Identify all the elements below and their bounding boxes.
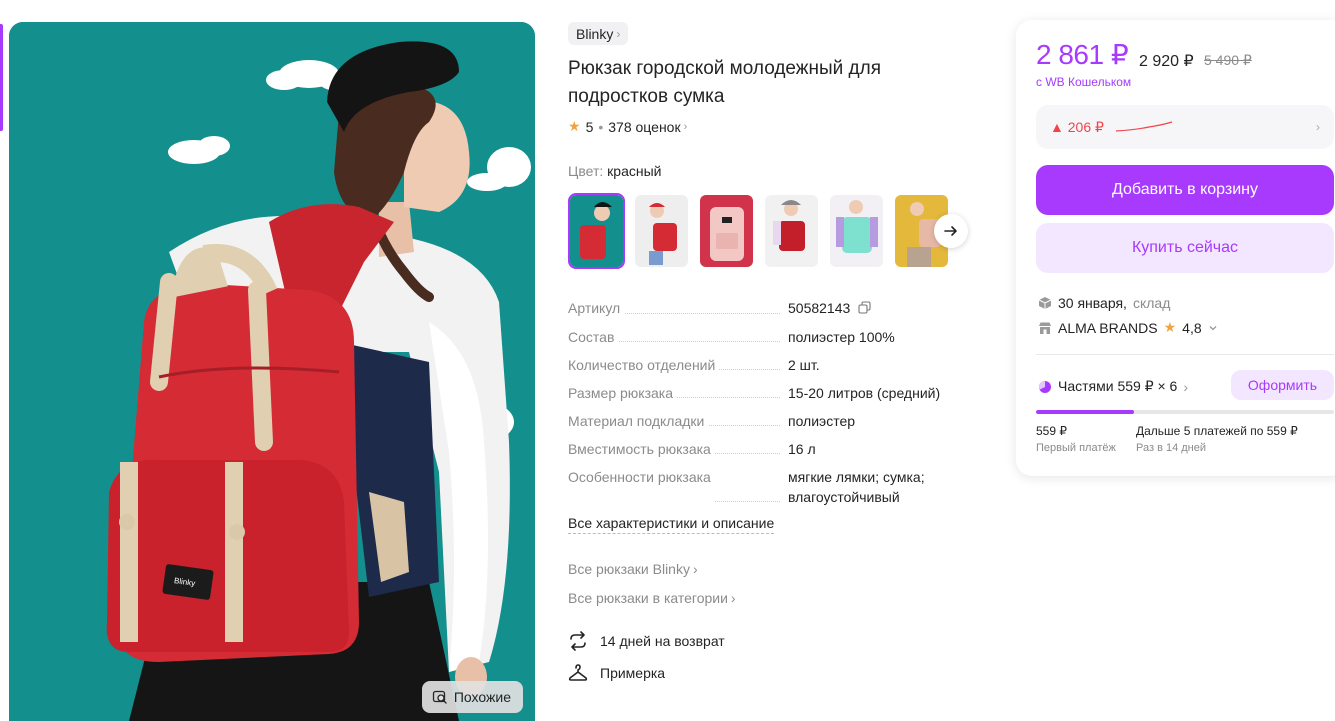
color-swatch-red-cap[interactable] (633, 193, 690, 269)
return-label: 14 дней на возврат (600, 633, 725, 649)
spec-key: Количество отделений (568, 355, 720, 376)
color-label-key: Цвет: (568, 163, 604, 179)
spec-value: 2 шт. (788, 357, 820, 374)
swatches-next-button[interactable] (934, 214, 968, 248)
seller-rating: 4,8 (1182, 319, 1202, 336)
next-payments-amount: Дальше 5 платежей по 559 ₽ (1136, 424, 1298, 438)
hanger-icon (568, 664, 588, 681)
product-main-photo[interactable]: Blinky Похожие (9, 22, 535, 721)
divider (1036, 354, 1334, 355)
reviews-link[interactable]: 378 оценок › (608, 119, 687, 135)
spec-key: Размер рюкзака (568, 383, 677, 404)
price-history-button[interactable]: ▲ 206 ₽ › (1036, 105, 1334, 149)
return-arrows-icon (570, 631, 586, 651)
seller-name: ALMA BRANDS (1058, 319, 1158, 336)
brand-name: Blinky (576, 25, 614, 42)
spec-row-features: Особенности рюкзака мягкие лямки; сумка;… (568, 467, 968, 508)
copy-icon[interactable] (858, 299, 871, 319)
rating-value: 5 (585, 118, 594, 135)
first-payment-label: Первый платёж (1036, 442, 1116, 454)
color-swatch-pink[interactable] (698, 193, 755, 269)
seller-link[interactable]: ALMA BRANDS ★ 4,8 (1038, 319, 1218, 336)
pie-chart-icon (1039, 380, 1051, 393)
spec-key: Особенности рюкзака (568, 467, 715, 508)
store-icon (1039, 322, 1051, 334)
spec-key: Вместимость рюкзака (568, 439, 715, 460)
old-price: 5 490 ₽ (1204, 52, 1252, 68)
delivery-date: 30 января, (1058, 295, 1127, 311)
next-payments-label: Раз в 14 дней (1136, 442, 1207, 454)
delivery-info: 30 января, склад (1038, 295, 1170, 311)
chevron-right-icon: › (692, 561, 698, 577)
spec-row-capacity: Вместимость рюкзака 16 л (568, 439, 968, 460)
all-category-label: Все рюкзаки в категории (568, 590, 728, 606)
spec-key: Состав (568, 327, 619, 348)
buy-now-button[interactable]: Купить сейчас (1036, 223, 1334, 273)
spec-value: полиэстер 100% (788, 329, 895, 346)
spec-row-composition: Состав полиэстер 100% (568, 327, 968, 348)
price-trend-icon (1115, 121, 1173, 132)
star-icon: ★ (568, 118, 581, 134)
similar-button[interactable]: Похожие (421, 681, 523, 713)
spec-row-article: Артикул 50582143 (568, 298, 968, 320)
price-change-value: ▲ 206 ₽ (1050, 118, 1104, 135)
installment-progress-fill (1036, 410, 1135, 414)
product-photo-illustration: Blinky (9, 22, 535, 721)
box-icon (1038, 297, 1052, 309)
spec-row-compartments: Количество отделений 2 шт. (568, 355, 968, 376)
color-swatch-burgundy[interactable] (763, 193, 820, 269)
similar-label: Похожие (453, 689, 511, 705)
chevron-right-icon: › (616, 26, 621, 41)
delivery-source: склад (1132, 295, 1171, 311)
wallet-note[interactable]: с WB Кошельком (1036, 75, 1131, 89)
all-category-link[interactable]: Все рюкзаки в категории › (568, 590, 736, 606)
add-to-cart-button[interactable]: Добавить в корзину (1036, 165, 1334, 215)
color-swatches (568, 193, 950, 269)
all-brand-label: Все рюкзаки Blinky (568, 561, 690, 577)
chevron-right-icon: › (730, 590, 736, 606)
chevron-right-icon: › (1316, 120, 1320, 134)
thumbnail-active-indicator (0, 24, 3, 131)
chevron-right-icon: › (683, 120, 688, 133)
buy-card: 2 861 ₽ 2 920 ₽ 5 490 ₽ с WB Кошельком ▲… (1016, 20, 1335, 476)
all-specs-link[interactable]: Все характеристики и описание (568, 515, 775, 534)
spec-value: 50582143 (788, 300, 851, 316)
search-similar-icon (432, 690, 447, 704)
spec-row-size: Размер рюкзака 15-20 литров (средний) (568, 383, 968, 404)
return-feature: 14 дней на возврат (568, 631, 725, 651)
all-brand-link[interactable]: Все рюкзаки Blinky › (568, 561, 698, 577)
star-icon: ★ (1163, 319, 1177, 335)
color-label: Цвет: красный (568, 163, 661, 179)
fitting-label: Примерка (600, 665, 666, 681)
rating-row: ★ 5 • 378 оценок › (568, 118, 687, 135)
product-title: Рюкзак городской молодежный для подростк… (568, 58, 881, 107)
spec-value: мягкие лямки; сумка; влагоустойчивый (788, 469, 925, 506)
spec-value: 15-20 литров (средний) (788, 385, 941, 402)
separator-dot: • (598, 118, 604, 135)
color-swatch-red[interactable] (568, 193, 625, 269)
installment-label: Частями 559 ₽ × 6 (1058, 378, 1178, 394)
installment-progress (1036, 410, 1334, 414)
arrow-right-icon (944, 226, 957, 236)
chevron-down-icon (1209, 325, 1217, 330)
specs-table: Артикул 50582143 Состав полиэстер 100% К… (568, 298, 968, 515)
spec-key: Материал подкладки (568, 411, 709, 432)
reviews-count: 378 оценок (608, 118, 681, 135)
apply-installment-button[interactable]: Оформить (1231, 370, 1334, 400)
brand-link[interactable]: Blinky › (568, 22, 629, 45)
installment-link[interactable]: Частями 559 ₽ × 6 › (1038, 378, 1188, 395)
spec-row-lining: Материал подкладки полиэстер (568, 411, 968, 432)
color-swatch-mint[interactable] (828, 193, 885, 269)
first-payment-amount: 559 ₽ (1036, 424, 1067, 438)
spec-value: полиэстер (788, 413, 856, 430)
wallet-price: 2 861 ₽ (1036, 39, 1129, 70)
color-label-value: красный (607, 163, 662, 179)
spec-value: 16 л (788, 441, 816, 458)
chevron-right-icon: › (1183, 378, 1189, 395)
current-price: 2 920 ₽ (1139, 53, 1194, 70)
fitting-feature: Примерка (568, 663, 665, 683)
spec-key: Артикул (568, 298, 625, 320)
